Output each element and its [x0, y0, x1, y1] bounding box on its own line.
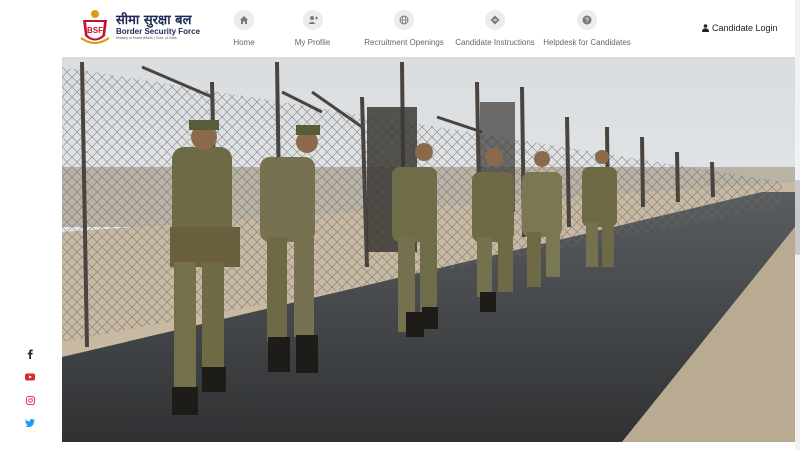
user-icon [702, 24, 709, 32]
social-links [24, 348, 36, 440]
nav-item-helpdesk[interactable]: ? Helpdesk for Candidates [541, 10, 633, 47]
page-scrollbar[interactable] [795, 0, 800, 450]
site-header: BSF सीमा सुरक्षा बल Border Security Forc… [0, 0, 800, 57]
candidate-login-label: Candidate Login [712, 23, 778, 33]
nav-label-home: Home [233, 38, 255, 47]
brand-english-name: Border Security Force [116, 26, 201, 36]
globe-icon [394, 10, 414, 30]
nav-label-candidate-instructions: Candidate Instructions [455, 38, 535, 47]
nav-label-helpdesk: Helpdesk for Candidates [543, 38, 631, 47]
svg-text:BSF: BSF [87, 26, 103, 35]
brand-ministry: Ministry of Home Affairs | Govt. of Indi… [116, 35, 177, 40]
nav-item-candidate-instructions[interactable]: Candidate Instructions [449, 10, 541, 47]
brand-hindi-name: सीमा सुरक्षा बल [116, 12, 192, 28]
youtube-icon[interactable] [24, 371, 36, 383]
hero-image-soldiers-patrol [62, 57, 795, 442]
nav-item-home[interactable]: Home [222, 10, 266, 47]
directions-icon [485, 10, 505, 30]
nav-item-recruitment-openings[interactable]: Recruitment Openings [359, 10, 449, 47]
main-nav: Home My Profile Recruitment Openings Can… [222, 10, 633, 47]
twitter-icon[interactable] [24, 417, 36, 429]
scrollbar-thumb[interactable] [795, 180, 800, 255]
question-icon: ? [577, 10, 597, 30]
user-plus-icon [302, 10, 323, 30]
svg-text:?: ? [585, 18, 589, 25]
home-icon [234, 10, 254, 30]
candidate-login-link[interactable]: Candidate Login [702, 23, 778, 33]
nav-item-my-profile[interactable]: My Profile [266, 10, 359, 47]
bsf-logo[interactable]: BSF सीमा सुरक्षा बल Border Security Forc… [78, 8, 200, 46]
facebook-icon[interactable] [24, 348, 36, 360]
bsf-emblem-icon: BSF [78, 8, 112, 46]
nav-label-my-profile: My Profile [294, 38, 331, 47]
instagram-icon[interactable] [24, 394, 36, 406]
nav-label-recruitment-openings: Recruitment Openings [364, 38, 444, 47]
